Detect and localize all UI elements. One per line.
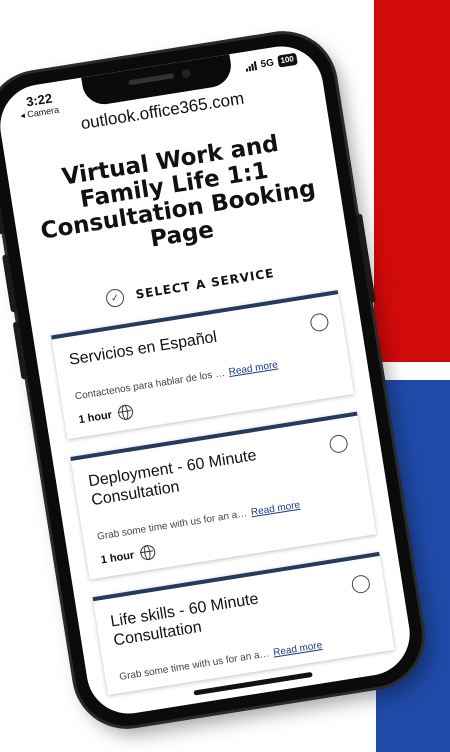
front-camera-icon	[181, 68, 192, 79]
read-more-link[interactable]: Read more	[272, 640, 323, 659]
battery-icon: 100	[276, 52, 298, 68]
globe-icon	[116, 403, 134, 421]
service-card-espanol[interactable]: Servicios en Español Contactenos para ha…	[51, 290, 355, 440]
page-title: Virtual Work and Family Life 1:1 Consult…	[38, 130, 318, 253]
speaker-grille	[128, 73, 175, 86]
check-circle-icon: ✓	[104, 287, 126, 309]
service-duration: 1 hour	[99, 548, 136, 566]
signal-strength-icon	[245, 60, 258, 72]
read-more-link[interactable]: Read more	[250, 500, 301, 519]
service-card-life-skills[interactable]: Life skills - 60 Minute Consultation Gra…	[92, 551, 395, 696]
globe-icon	[138, 544, 157, 562]
service-description: Grab some time with us for an a…	[118, 648, 271, 683]
network-type: 5G	[259, 56, 275, 70]
service-duration: 1 hour	[77, 408, 113, 426]
read-more-link[interactable]: Read more	[228, 359, 279, 378]
phone-screen: 3:22 ◂ Camera 5G 100 outlook.office365.c…	[0, 40, 416, 720]
red-background-block	[374, 0, 450, 362]
select-service-label: SELECT A SERVICE	[134, 265, 276, 302]
status-indicators: 5G 100	[245, 52, 298, 73]
service-card-deployment[interactable]: Deployment - 60 Minute Consultation Grab…	[70, 411, 377, 580]
